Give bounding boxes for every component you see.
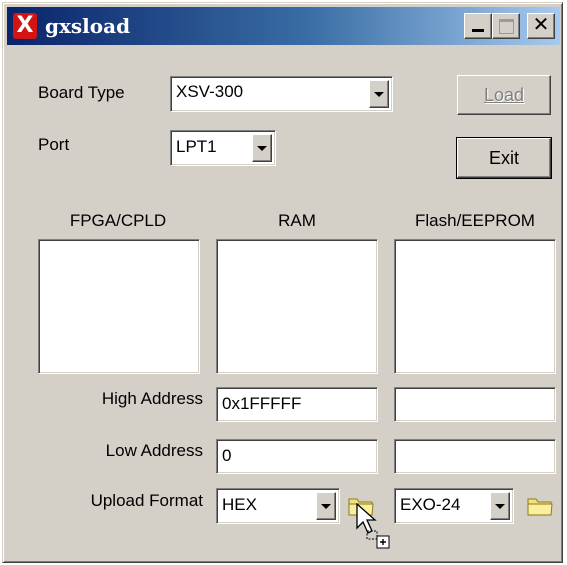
port-dropdown[interactable]: LPT1: [170, 130, 276, 166]
ram-low-address-input[interactable]: 0: [216, 439, 378, 474]
ram-high-address-value: 0x1FFFFF: [222, 394, 302, 413]
gxsload-window: X gxsload ✕ Board Type XSV-300 Port LPT1…: [2, 2, 563, 563]
flash-upload-format-value: EXO-24: [400, 495, 461, 514]
title-bar[interactable]: X gxsload ✕: [7, 7, 560, 45]
chevron-down-icon[interactable]: [316, 492, 336, 520]
board-type-label: Board Type: [38, 83, 125, 102]
high-address-label: High Address: [101, 389, 203, 408]
x-logo-icon: X: [13, 13, 37, 39]
board-type-dropdown[interactable]: XSV-300: [170, 76, 393, 112]
flash-low-address-input[interactable]: [394, 439, 556, 474]
ram-upload-format-dropdown[interactable]: HEX: [216, 488, 340, 524]
drag-copy-cursor-icon: [356, 503, 390, 549]
low-address-label: Low Address: [105, 441, 203, 460]
window-title: gxsload: [45, 14, 131, 38]
ram-high-address-input[interactable]: 0x1FFFFF: [216, 387, 378, 422]
flash-high-address-input[interactable]: [394, 387, 556, 422]
ram-column-label: RAM: [278, 211, 316, 230]
chevron-down-icon[interactable]: [490, 492, 510, 520]
ram-upload-format-value: HEX: [222, 495, 257, 514]
ram-low-address-value: 0: [222, 446, 232, 465]
board-type-value: XSV-300: [176, 82, 244, 101]
close-icon: ✕: [532, 14, 550, 36]
close-button[interactable]: ✕: [527, 13, 555, 39]
fpga-column-label: FPGA/CPLD: [69, 211, 167, 230]
flash-upload-format-dropdown[interactable]: EXO-24: [394, 488, 514, 524]
flash-folder-icon[interactable]: [527, 495, 553, 517]
fpga-file-list[interactable]: [38, 239, 200, 374]
load-label: Load: [483, 85, 525, 105]
load-button[interactable]: Load: [457, 75, 551, 115]
exit-label: Exit: [488, 148, 519, 168]
minimize-button[interactable]: [464, 13, 492, 39]
port-label: Port: [38, 135, 70, 154]
flash-file-list[interactable]: [394, 239, 556, 374]
flash-column-label: Flash/EEPROM: [415, 211, 535, 230]
port-value: LPT1: [176, 137, 217, 156]
ram-file-list[interactable]: [216, 239, 378, 374]
chevron-down-icon[interactable]: [369, 80, 389, 108]
upload-format-label: Upload Format: [90, 491, 203, 510]
exit-button[interactable]: Exit: [456, 137, 552, 179]
maximize-button: [492, 13, 520, 39]
chevron-down-icon[interactable]: [252, 134, 272, 162]
